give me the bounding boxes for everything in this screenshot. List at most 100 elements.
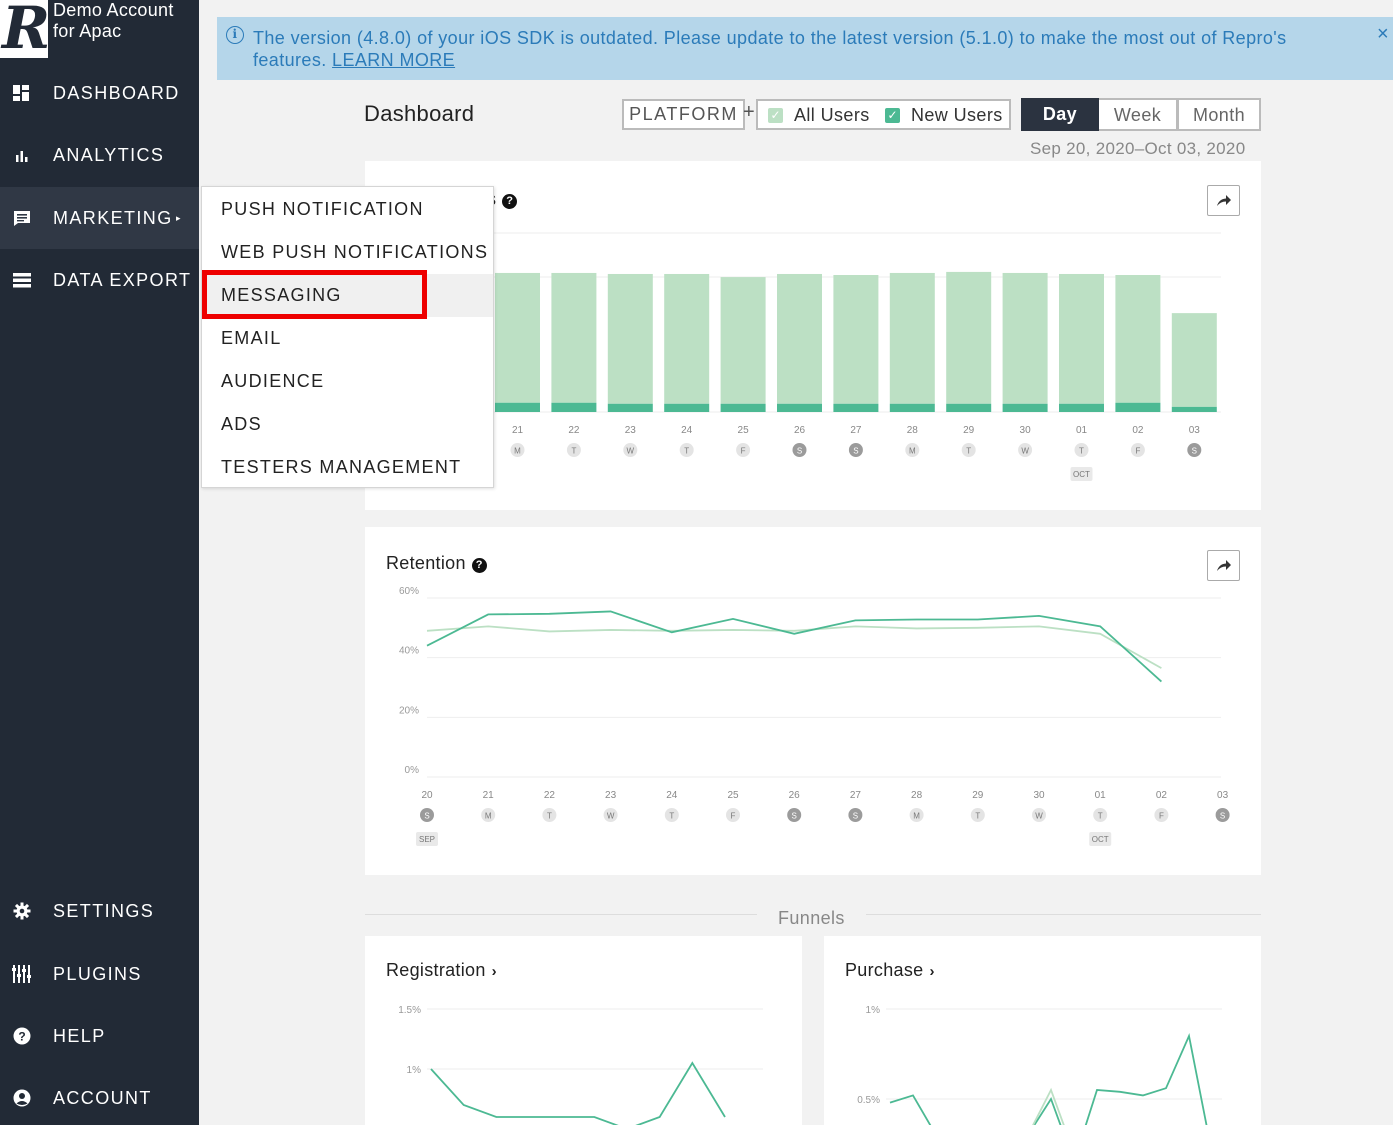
month-label: SEP	[419, 835, 435, 844]
weekday-label: S	[792, 812, 797, 821]
help-icon: ?	[12, 1026, 32, 1046]
funnels-heading: Funnels	[778, 908, 845, 928]
x-tick-label: 26	[794, 425, 806, 436]
bar	[495, 272, 540, 403]
funnels-divider	[866, 914, 1261, 915]
bar	[1171, 313, 1217, 407]
x-tick-label: 23	[625, 425, 637, 436]
x-tick-label: 25	[738, 425, 750, 436]
chevron-right-icon: ▸	[176, 212, 181, 223]
menu-item-testers-management[interactable]: TESTERS MANAGEMENT	[202, 446, 493, 489]
purchase-funnel-card[interactable]: Purchase › 1% 0.5%	[824, 936, 1261, 1125]
sidebar-item-label: MARKETING	[53, 207, 173, 228]
period-day-button[interactable]: Day	[1021, 98, 1099, 131]
bar	[946, 403, 992, 412]
bar	[720, 277, 766, 404]
new-users-checkbox[interactable]: ✓	[885, 108, 900, 123]
registration-funnel-card[interactable]: Registration › 1.5% 1%	[365, 936, 802, 1125]
sidebar-item-plugins[interactable]: PLUGINS	[0, 944, 199, 1004]
bar	[607, 273, 653, 404]
menu-item-email[interactable]: EMAIL	[202, 317, 493, 360]
x-tick-label: 23	[605, 790, 617, 801]
period-month-button[interactable]: Month	[1178, 98, 1261, 131]
x-tick-label: 24	[666, 790, 678, 801]
sidebar-item-dashboard[interactable]: DASHBOARD	[0, 63, 199, 123]
series-line	[430, 1061, 726, 1125]
menu-item-audience[interactable]: AUDIENCE	[202, 360, 493, 403]
bar	[664, 273, 710, 404]
sidebar-item-settings[interactable]: SETTINGS	[0, 881, 199, 941]
messaging-highlight-box	[202, 270, 427, 319]
weekday-label: M	[485, 812, 492, 821]
x-tick-label: 03	[1217, 790, 1229, 801]
account-name[interactable]: Demo Account for Apac	[53, 0, 193, 42]
plus-icon: +	[743, 101, 755, 123]
all-users-label[interactable]: All Users	[794, 105, 870, 126]
sidebar-item-label: SETTINGS	[53, 900, 155, 921]
account-icon	[12, 1088, 32, 1108]
svg-text:?: ?	[18, 1030, 25, 1044]
sidebar-item-label: HELP	[53, 1025, 106, 1046]
x-tick-label: 02	[1132, 425, 1144, 436]
bar	[551, 402, 597, 412]
close-icon[interactable]: ×	[1377, 23, 1389, 45]
x-tick-label: 21	[483, 790, 495, 801]
sidebar-item-account[interactable]: ACCOUNT	[0, 1068, 199, 1125]
sidebar-item-label: PLUGINS	[53, 963, 142, 984]
weekday-label: T	[669, 812, 674, 821]
weekday-label: S	[853, 812, 858, 821]
sidebar-item-label: ANALYTICS	[53, 144, 165, 165]
month-label: OCT	[1073, 470, 1090, 479]
x-tick-label: 01	[1095, 790, 1107, 801]
x-tick-label: 22	[544, 790, 556, 801]
y-tick-label: 0.5%	[857, 1095, 880, 1106]
banner-message: The version (4.8.0) of your iOS SDK is o…	[253, 27, 1343, 71]
bar	[1059, 403, 1104, 412]
period-week-button[interactable]: Week	[1099, 98, 1178, 131]
learn-more-link[interactable]: LEARN MORE	[332, 50, 455, 70]
x-tick-label: 24	[681, 425, 693, 436]
y-tick-label: 20%	[399, 705, 419, 716]
repro-logo[interactable]: R	[0, 0, 50, 62]
bar	[777, 403, 822, 412]
sidebar-item-data-export[interactable]: DATA EXPORT	[0, 250, 199, 310]
date-range[interactable]: Sep 20, 2020–Oct 03, 2020	[1030, 139, 1245, 159]
weekday-label: S	[424, 812, 429, 821]
bar	[889, 403, 935, 412]
y-tick-label: 1%	[866, 1005, 881, 1016]
weekday-label: S	[797, 447, 802, 456]
bar-chart-icon	[12, 145, 32, 165]
weekday-label: T	[1079, 447, 1084, 456]
new-users-label[interactable]: New Users	[911, 105, 1003, 126]
users-chart-card: s? 21M22T23W24T25F26S27S28M29T30W01TOCT0…	[365, 161, 1261, 510]
sidebar-item-marketing[interactable]: MARKETING ▸	[0, 187, 199, 249]
bar	[495, 402, 540, 412]
all-users-checkbox[interactable]: ✓	[768, 108, 783, 123]
sidebar-item-analytics[interactable]: ANALYTICS	[0, 125, 199, 185]
weekday-label: T	[975, 812, 980, 821]
platform-filter-button[interactable]: PLATFORM	[622, 99, 745, 130]
weekday-label: W	[627, 447, 635, 456]
menu-item-ads[interactable]: ADS	[202, 403, 493, 446]
weekday-label: W	[1021, 447, 1029, 456]
weekday-label: F	[731, 812, 736, 821]
sidebar-item-help[interactable]: ? HELP	[0, 1006, 199, 1066]
bar	[1115, 275, 1161, 403]
month-label: OCT	[1092, 835, 1109, 844]
menu-item-web-push-notifications[interactable]: WEB PUSH NOTIFICATIONS	[202, 231, 493, 274]
x-tick-label: 27	[850, 425, 862, 436]
users-bar-chart: 21 M 22 T 23 W 24 T 25 F 26 S 27 S 28 M 29 T 30 W 01 T OCT 02 F 0…	[365, 232, 1221, 481]
message-icon	[12, 208, 32, 228]
sidebar: R Demo Account for Apac DASHBOARD ANALYT…	[0, 0, 199, 1125]
x-tick-label: 22	[568, 425, 580, 436]
gear-icon	[12, 901, 32, 921]
sidebar-item-label: DATA EXPORT	[53, 269, 192, 290]
bar	[1171, 406, 1217, 412]
weekday-label: F	[1159, 812, 1164, 821]
weekday-label: T	[1098, 812, 1103, 821]
menu-item-push-notification[interactable]: PUSH NOTIFICATION	[202, 188, 493, 231]
x-tick-label: 28	[911, 790, 923, 801]
weekday-label: T	[684, 447, 689, 456]
x-tick-label: 25	[727, 790, 739, 801]
bar	[833, 403, 879, 412]
